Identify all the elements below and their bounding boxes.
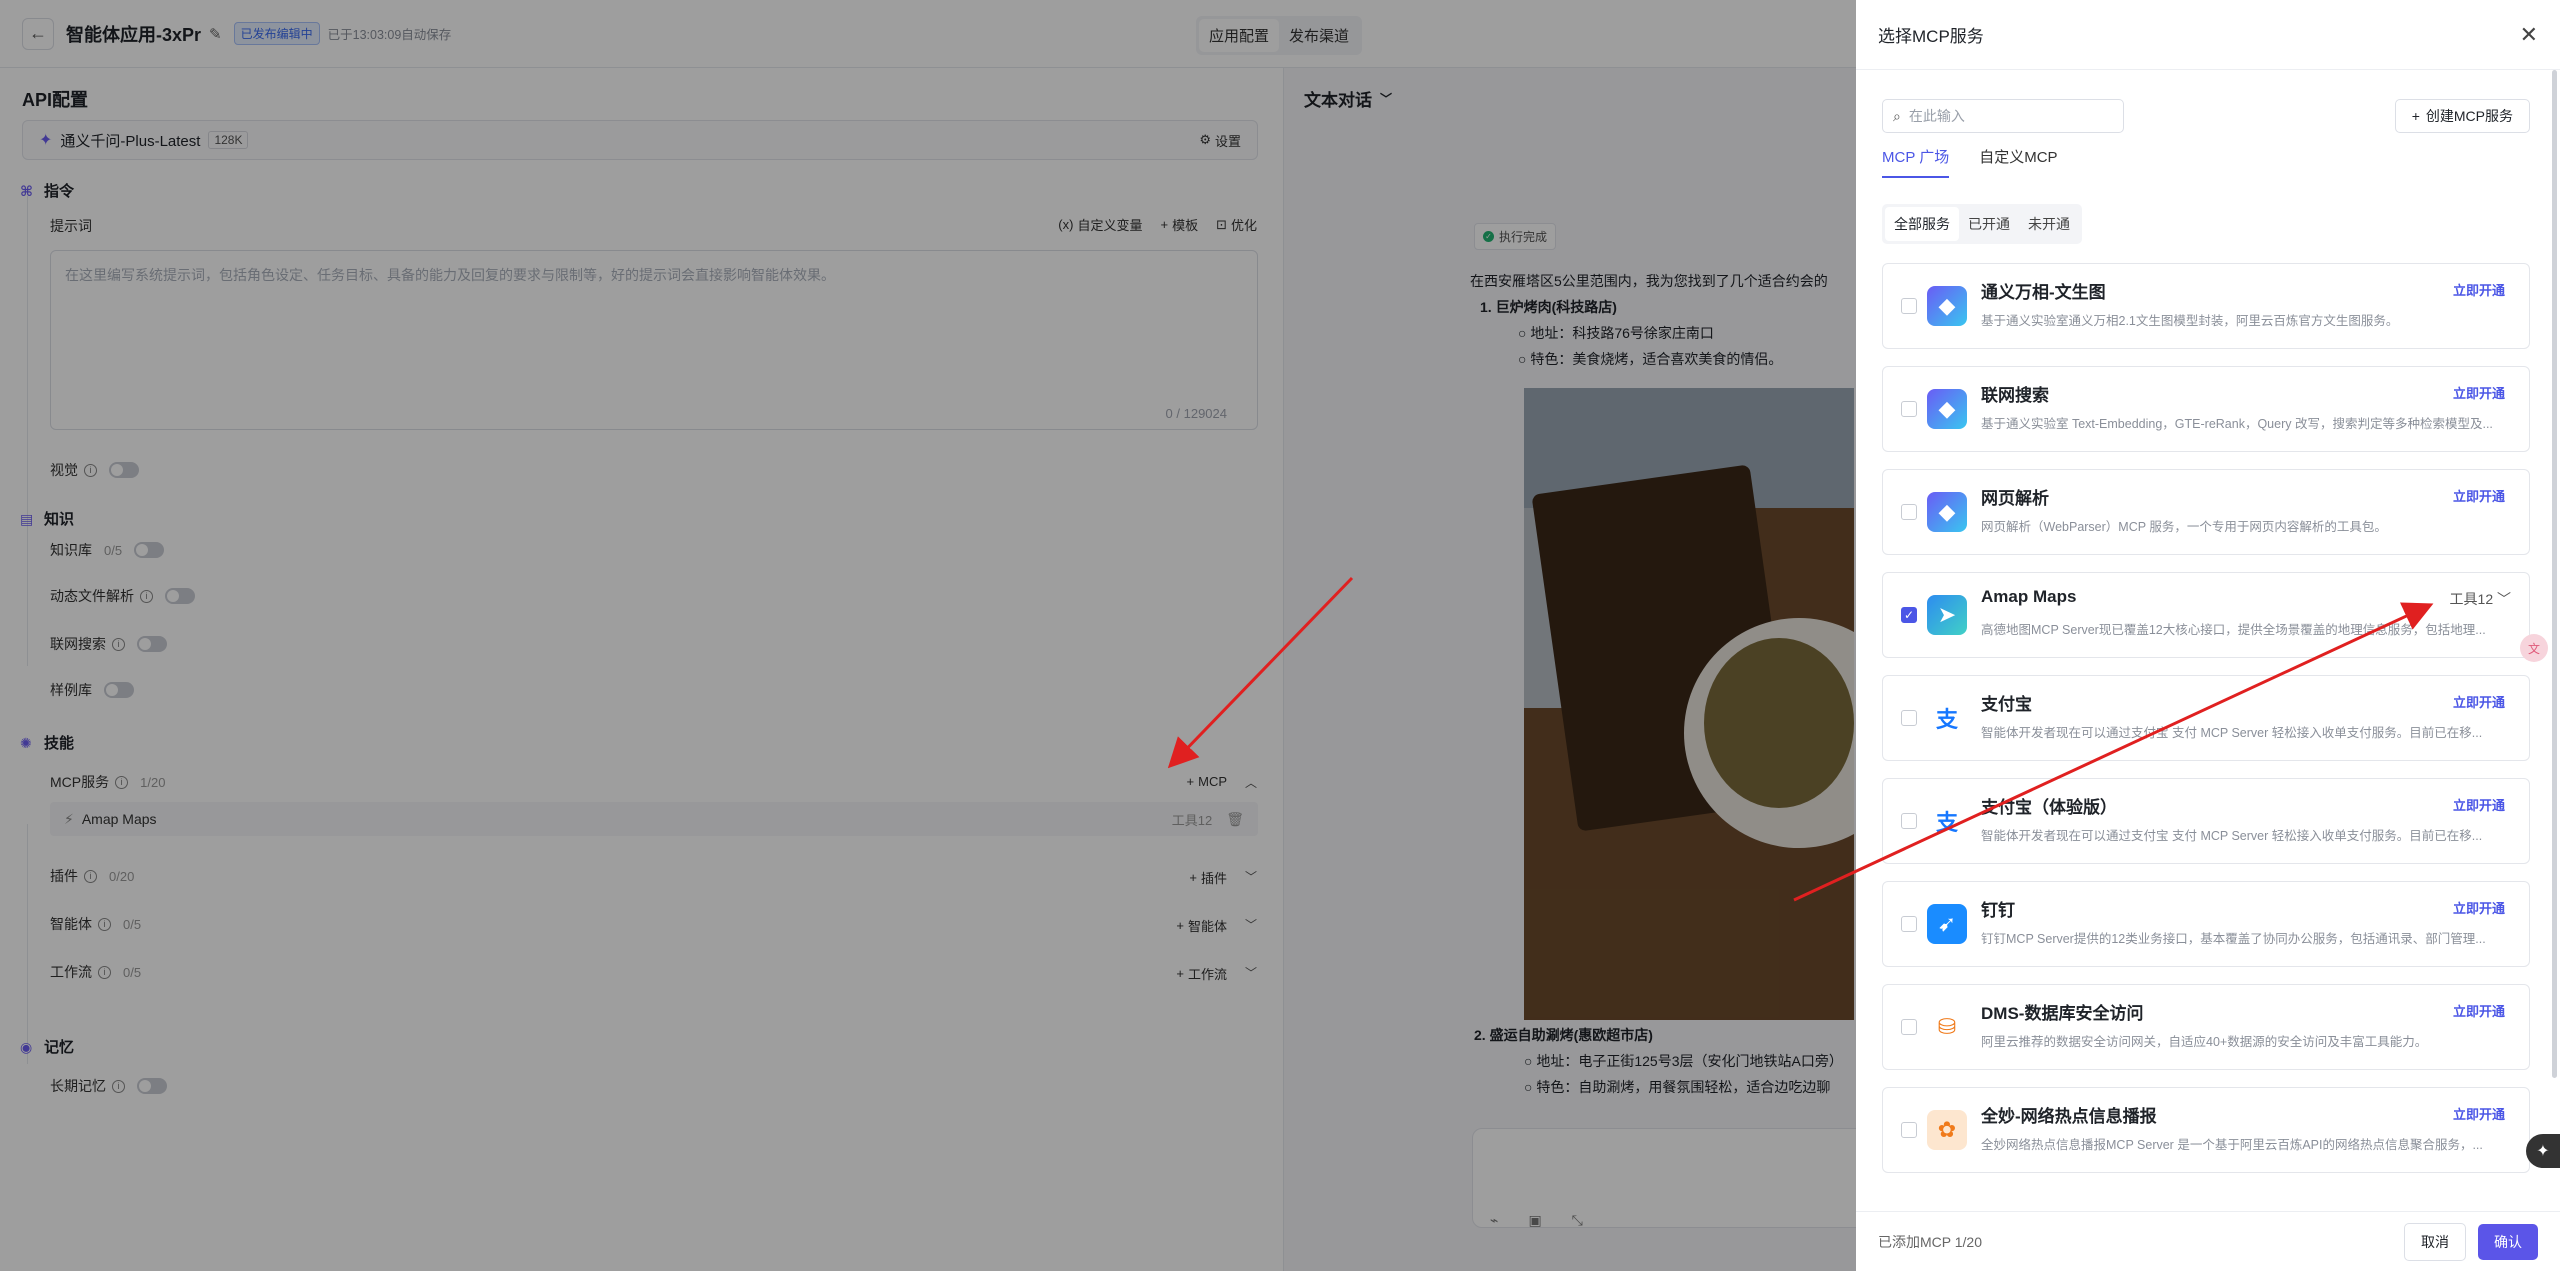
- plus-icon: +: [2411, 108, 2420, 124]
- create-mcp-label: 创建MCP服务: [2425, 108, 2513, 124]
- drawer-tabs: MCP 广场 自定义MCP: [1882, 146, 2058, 178]
- tab-mcp-square[interactable]: MCP 广场: [1882, 146, 1950, 178]
- card-name: 全妙-网络热点信息播报: [1981, 1107, 2157, 1126]
- mcp-card[interactable]: ➹ 钉钉 钉钉MCP Server提供的12类业务接口，基本覆盖了协同办公服务，…: [1882, 881, 2530, 967]
- tongyi-logo-icon: ◆: [1927, 389, 1967, 429]
- mcp-card[interactable]: ◆ 网页解析 网页解析（WebParser）MCP 服务，一个专用于网页内容解析…: [1882, 469, 2530, 555]
- mcp-drawer: 选择MCP服务 ✕ ⌕ 在此输入 + 创建MCP服务 MCP 广场 自定义MCP…: [1856, 0, 2560, 1271]
- card-desc: 全妙网络热点信息播报MCP Server 是一个基于阿里云百炼API的网络热点信…: [1981, 1138, 2483, 1152]
- drawer-footer: 已添加MCP 1/20 取消 确认: [1856, 1211, 2560, 1271]
- card-desc: 阿里云推荐的数据安全访问网关，自适应40+数据源的安全访问及丰富工具能力。: [1981, 1035, 2428, 1049]
- card-desc: 网页解析（WebParser）MCP 服务，一个专用于网页内容解析的工具包。: [1981, 520, 2387, 534]
- dms-logo-icon: ⛁: [1927, 1007, 1967, 1047]
- filter-enabled[interactable]: 已开通: [1959, 207, 2019, 241]
- cancel-button[interactable]: 取消: [2404, 1222, 2466, 1261]
- close-icon[interactable]: ✕: [2520, 22, 2538, 48]
- card-checkbox[interactable]: [1901, 813, 1917, 829]
- card-desc: 高德地图MCP Server现已覆盖12大核心接口，提供全场景覆盖的地理信息服务…: [1981, 623, 2486, 637]
- tools-label: 工具12: [2449, 591, 2494, 607]
- card-checkbox[interactable]: [1901, 298, 1917, 314]
- mcp-card[interactable]: 支 支付宝 智能体开发者现在可以通过支付宝 支付 MCP Server 轻松接入…: [1882, 675, 2530, 761]
- drawer-scrollbar[interactable]: [2552, 70, 2557, 1078]
- tongyi-logo-icon: ◆: [1927, 286, 1967, 326]
- card-checkbox[interactable]: [1901, 504, 1917, 520]
- drawer-title: 选择MCP服务: [1878, 27, 1984, 46]
- mcp-card[interactable]: 支 支付宝（体验版） 智能体开发者现在可以通过支付宝 支付 MCP Server…: [1882, 778, 2530, 864]
- enable-now-link[interactable]: 立即开通: [2453, 898, 2505, 917]
- added-count: 已添加MCP 1/20: [1878, 1233, 1982, 1250]
- quanmiao-logo-icon: ✿: [1927, 1110, 1967, 1150]
- enable-now-link[interactable]: 立即开通: [2453, 280, 2505, 299]
- ai-assistant-float-icon[interactable]: ✦: [2526, 1134, 2560, 1168]
- mcp-card[interactable]: ✓ ➤ Amap Maps 高德地图MCP Server现已覆盖12大核心接口，…: [1882, 572, 2530, 658]
- mcp-card[interactable]: ✿ 全妙-网络热点信息播报 全妙网络热点信息播报MCP Server 是一个基于…: [1882, 1087, 2530, 1173]
- tools-dropdown[interactable]: 工具12 ﹀: [2450, 589, 2511, 609]
- mcp-card[interactable]: ◆ 通义万相-文生图 基于通义实验室通义万相2.1文生图模型封装，阿里云百炼官方…: [1882, 263, 2530, 349]
- enable-now-link[interactable]: 立即开通: [2453, 795, 2505, 814]
- chevron-down-icon: ﹀: [2497, 591, 2511, 607]
- card-desc: 基于通义实验室 Text-Embedding，GTE-reRank，Query …: [1981, 417, 2493, 431]
- card-name: 网页解析: [1981, 489, 2049, 508]
- card-desc: 基于通义实验室通义万相2.1文生图模型封装，阿里云百炼官方文生图服务。: [1981, 314, 2399, 328]
- enable-now-link[interactable]: 立即开通: [2453, 486, 2505, 505]
- create-mcp-button[interactable]: + 创建MCP服务: [2394, 99, 2530, 133]
- drawer-header: 选择MCP服务 ✕: [1856, 0, 2560, 70]
- enable-now-link[interactable]: 立即开通: [2453, 383, 2505, 402]
- translate-float-icon[interactable]: 文: [2520, 634, 2548, 662]
- card-desc: 智能体开发者现在可以通过支付宝 支付 MCP Server 轻松接入收单支付服务…: [1981, 829, 2483, 843]
- dingtalk-logo-icon: ➹: [1927, 904, 1967, 944]
- mcp-card[interactable]: ◆ 联网搜索 基于通义实验室 Text-Embedding，GTE-reRank…: [1882, 366, 2530, 452]
- search-placeholder: 在此输入: [1908, 108, 1965, 124]
- tab-custom-mcp[interactable]: 自定义MCP: [1979, 146, 2057, 178]
- alipay-logo-icon: 支: [1927, 801, 1967, 841]
- card-checkbox[interactable]: [1901, 401, 1917, 417]
- tongyi-logo-icon: ◆: [1927, 492, 1967, 532]
- card-desc: 智能体开发者现在可以通过支付宝 支付 MCP Server 轻松接入收单支付服务…: [1981, 726, 2483, 740]
- card-name: 支付宝（体验版）: [1981, 798, 2117, 817]
- card-checkbox[interactable]: ✓: [1901, 607, 1917, 623]
- card-name: 联网搜索: [1981, 386, 2049, 405]
- enable-now-link[interactable]: 立即开通: [2453, 692, 2505, 711]
- card-name: 支付宝: [1981, 695, 2032, 714]
- search-icon: ⌕: [1893, 107, 1901, 124]
- card-checkbox[interactable]: [1901, 1122, 1917, 1138]
- confirm-button[interactable]: 确认: [2478, 1223, 2538, 1260]
- enable-now-link[interactable]: 立即开通: [2453, 1104, 2505, 1123]
- card-checkbox[interactable]: [1901, 1019, 1917, 1035]
- modal-overlay[interactable]: [0, 0, 1856, 1271]
- card-name: 通义万相-文生图: [1981, 283, 2106, 302]
- service-filter: 全部服务 已开通 未开通: [1882, 204, 2082, 244]
- filter-disabled[interactable]: 未开通: [2019, 207, 2079, 241]
- enable-now-link[interactable]: 立即开通: [2453, 1001, 2505, 1020]
- amap-logo-icon: ➤: [1927, 595, 1967, 635]
- card-checkbox[interactable]: [1901, 916, 1917, 932]
- alipay-logo-icon: 支: [1927, 698, 1967, 738]
- card-name: Amap Maps: [1981, 587, 2077, 606]
- mcp-card-list: ◆ 通义万相-文生图 基于通义实验室通义万相2.1文生图模型封装，阿里云百炼官方…: [1882, 263, 2530, 1191]
- card-name: DMS-数据库安全访问: [1981, 1004, 2144, 1023]
- card-checkbox[interactable]: [1901, 710, 1917, 726]
- filter-all[interactable]: 全部服务: [1885, 207, 1959, 241]
- card-desc: 钉钉MCP Server提供的12类业务接口，基本覆盖了协同办公服务，包括通讯录…: [1981, 932, 2486, 946]
- mcp-card[interactable]: ⛁ DMS-数据库安全访问 阿里云推荐的数据安全访问网关，自适应40+数据源的安…: [1882, 984, 2530, 1070]
- card-name: 钉钉: [1981, 901, 2015, 920]
- search-input[interactable]: ⌕ 在此输入: [1882, 99, 2124, 133]
